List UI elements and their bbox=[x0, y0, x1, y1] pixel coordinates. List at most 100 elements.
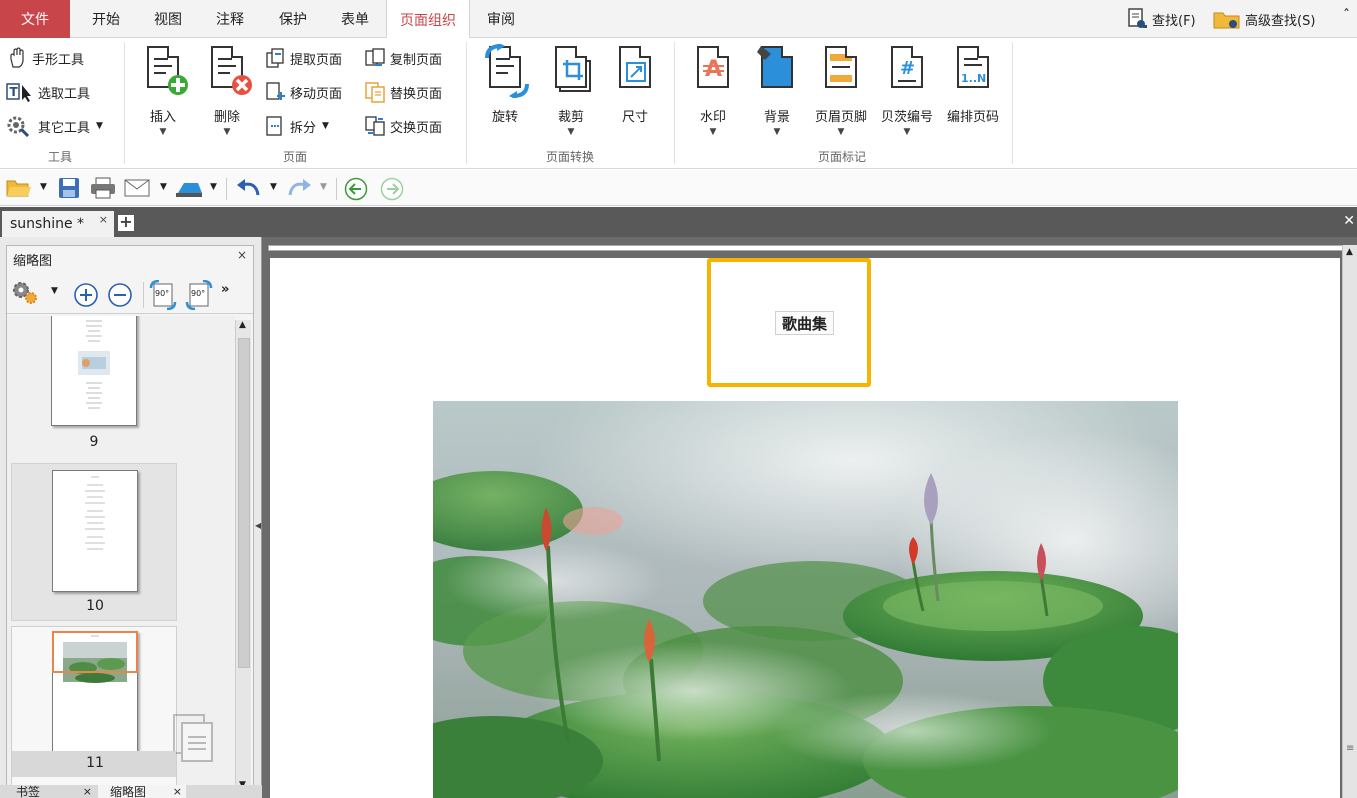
thumbnail-page-number: 11 bbox=[86, 755, 104, 771]
watermark-button[interactable]: A 水印 ▼ bbox=[682, 44, 744, 144]
chevron-down-icon[interactable]: ▼ bbox=[160, 182, 167, 192]
scroll-up-icon[interactable]: ▲ bbox=[239, 320, 246, 330]
zoom-out-icon[interactable] bbox=[107, 282, 133, 312]
add-tab-button[interactable]: + bbox=[118, 214, 134, 231]
menu-tab-page-organize[interactable]: 页面组织 bbox=[386, 0, 470, 39]
close-panel-icon[interactable]: × bbox=[237, 248, 247, 262]
thumbnail-image bbox=[52, 470, 138, 592]
thumbnail-toolbar: ▼ 90° 90° » bbox=[7, 274, 253, 314]
menu-file[interactable]: 文件 bbox=[0, 0, 70, 38]
chevron-down-icon[interactable]: ▼ bbox=[270, 182, 277, 192]
replace-page-button[interactable]: 替换页面 bbox=[364, 78, 442, 106]
crop-icon bbox=[549, 44, 593, 98]
undo-icon[interactable] bbox=[236, 177, 260, 199]
other-tools-icon bbox=[6, 115, 34, 138]
page-number-button[interactable]: 1..N 编排页码 bbox=[942, 44, 1004, 144]
crop-button[interactable]: 裁剪 ▼ bbox=[540, 44, 602, 144]
advanced-find-button[interactable]: 高级查找(S) bbox=[1213, 6, 1315, 32]
mark-group-label: 页面标记 bbox=[817, 150, 866, 164]
chevron-down-icon[interactable]: ▼ bbox=[320, 182, 327, 192]
delete-page-button[interactable]: 删除 ▼ bbox=[196, 44, 258, 144]
find-icon bbox=[1126, 8, 1148, 30]
current-view-indicator[interactable] bbox=[52, 631, 138, 673]
scrollbar-thumb[interactable] bbox=[238, 338, 250, 668]
chevron-down-icon: ▼ bbox=[709, 127, 717, 137]
thumbnail-panel-frame: 缩略图 × ▼ 90° 90° » 9 10 11 ▲ bbox=[6, 245, 254, 798]
collapse-ribbon-icon[interactable]: ˆ bbox=[1343, 8, 1350, 24]
scroll-up-icon[interactable]: ▲ bbox=[1346, 247, 1353, 257]
document-tab-label: sunshine * bbox=[10, 216, 85, 232]
swap-page-button[interactable]: 交换页面 bbox=[364, 112, 442, 140]
menu-tab-view[interactable]: 视图 bbox=[138, 0, 198, 38]
extract-page-button[interactable]: 提取页面 bbox=[264, 44, 342, 72]
hand-tool-button[interactable]: 手形工具 bbox=[6, 44, 84, 72]
thumbnail-tab[interactable]: 缩略图 × bbox=[98, 785, 186, 798]
insert-page-icon bbox=[141, 44, 188, 98]
page-title[interactable]: 歌曲集 bbox=[775, 311, 834, 335]
rotate-left-icon[interactable]: 90° bbox=[149, 279, 177, 311]
document-tab-sunshine[interactable]: sunshine * × bbox=[2, 211, 114, 237]
chevron-down-icon[interactable]: ▼ bbox=[51, 286, 58, 296]
thumbnail-page-11[interactable]: 11 bbox=[11, 626, 213, 791]
svg-text:A: A bbox=[705, 57, 722, 82]
header-footer-button[interactable]: 页眉页脚 ▼ bbox=[810, 44, 872, 144]
thumbnail-panel: 缩略图 × ▼ 90° 90° » 9 10 11 ▲ 书签 × 缩略图 × ◀ bbox=[0, 237, 262, 798]
page-size-icon bbox=[613, 44, 657, 98]
close-tab-icon[interactable]: × bbox=[173, 785, 182, 798]
copy-page-button[interactable]: 复制页面 bbox=[364, 44, 442, 72]
other-tools-button[interactable]: 其它工具 ▼ bbox=[6, 112, 103, 140]
more-chevron-icon[interactable]: » bbox=[221, 282, 229, 297]
email-icon[interactable] bbox=[124, 177, 152, 199]
next-view-icon[interactable] bbox=[380, 177, 404, 201]
open-folder-icon[interactable] bbox=[6, 177, 31, 199]
rotate-right-icon[interactable]: 90° bbox=[185, 279, 213, 311]
menu-tab-protect[interactable]: 保护 bbox=[262, 0, 324, 38]
menu-tab-start[interactable]: 开始 bbox=[74, 0, 138, 38]
document-tab-bar: sunshine * × + ✕ bbox=[0, 207, 1357, 237]
tools-group-label: 工具 bbox=[47, 150, 72, 164]
chevron-down-icon[interactable]: ▼ bbox=[210, 182, 217, 192]
document-scrollbar[interactable]: ▲ ≡ bbox=[1342, 245, 1357, 798]
page-number-label: 编排页码 bbox=[946, 110, 999, 125]
zoom-in-icon[interactable] bbox=[73, 282, 99, 312]
settings-gear-icon[interactable] bbox=[11, 280, 41, 310]
menu-tab-form[interactable]: 表单 bbox=[324, 0, 386, 38]
thumbnail-page-9[interactable]: 9 bbox=[11, 316, 177, 456]
close-tab-icon[interactable]: × bbox=[83, 785, 92, 798]
collapse-panel-icon[interactable]: ◀ bbox=[255, 521, 261, 530]
scan-icon[interactable] bbox=[174, 177, 204, 199]
chevron-down-icon[interactable]: ▼ bbox=[40, 182, 47, 192]
find-button[interactable]: 查找(F) bbox=[1126, 6, 1196, 32]
select-tool-button[interactable]: T 选取工具 bbox=[6, 78, 90, 106]
menu-tab-comment[interactable]: 注释 bbox=[198, 0, 262, 38]
insert-page-label: 插入 bbox=[149, 110, 176, 125]
bookmark-tab[interactable]: 书签 × bbox=[4, 785, 96, 798]
background-icon bbox=[755, 44, 799, 98]
rotate-icon bbox=[483, 44, 529, 98]
background-button[interactable]: 背景 ▼ bbox=[746, 44, 808, 144]
insert-page-button[interactable]: 插入 ▼ bbox=[132, 44, 194, 144]
close-tab-icon[interactable]: × bbox=[99, 213, 108, 226]
select-tool-icon: T bbox=[6, 81, 34, 103]
previous-view-icon[interactable] bbox=[344, 177, 368, 201]
move-page-button[interactable]: 移动页面 bbox=[264, 78, 342, 106]
print-icon[interactable] bbox=[90, 177, 116, 199]
rotate-button[interactable]: 旋转 bbox=[474, 44, 536, 144]
chevron-down-icon: ▼ bbox=[837, 127, 845, 137]
close-all-icon[interactable]: ✕ bbox=[1343, 213, 1355, 229]
redo-icon[interactable] bbox=[286, 177, 311, 199]
bates-number-button[interactable]: # 贝茨编号 ▼ bbox=[876, 44, 938, 144]
size-button[interactable]: 尺寸 bbox=[604, 44, 666, 144]
move-page-icon bbox=[264, 81, 286, 103]
swap-page-icon bbox=[364, 115, 386, 137]
advanced-find-icon bbox=[1213, 8, 1241, 30]
hand-icon bbox=[6, 47, 28, 69]
scrollbar-grip-icon[interactable]: ≡ bbox=[1346, 743, 1354, 754]
split-button[interactable]: 拆分 ▼ bbox=[264, 112, 329, 140]
thumbnail-scrollbar[interactable]: ▲ ▼ bbox=[235, 320, 251, 790]
menu-tab-review[interactable]: 审阅 bbox=[470, 0, 532, 38]
toolbar-divider bbox=[336, 178, 337, 200]
extract-page-icon bbox=[264, 47, 286, 69]
thumbnail-page-10[interactable]: 10 bbox=[11, 463, 177, 621]
save-icon[interactable] bbox=[58, 177, 80, 199]
